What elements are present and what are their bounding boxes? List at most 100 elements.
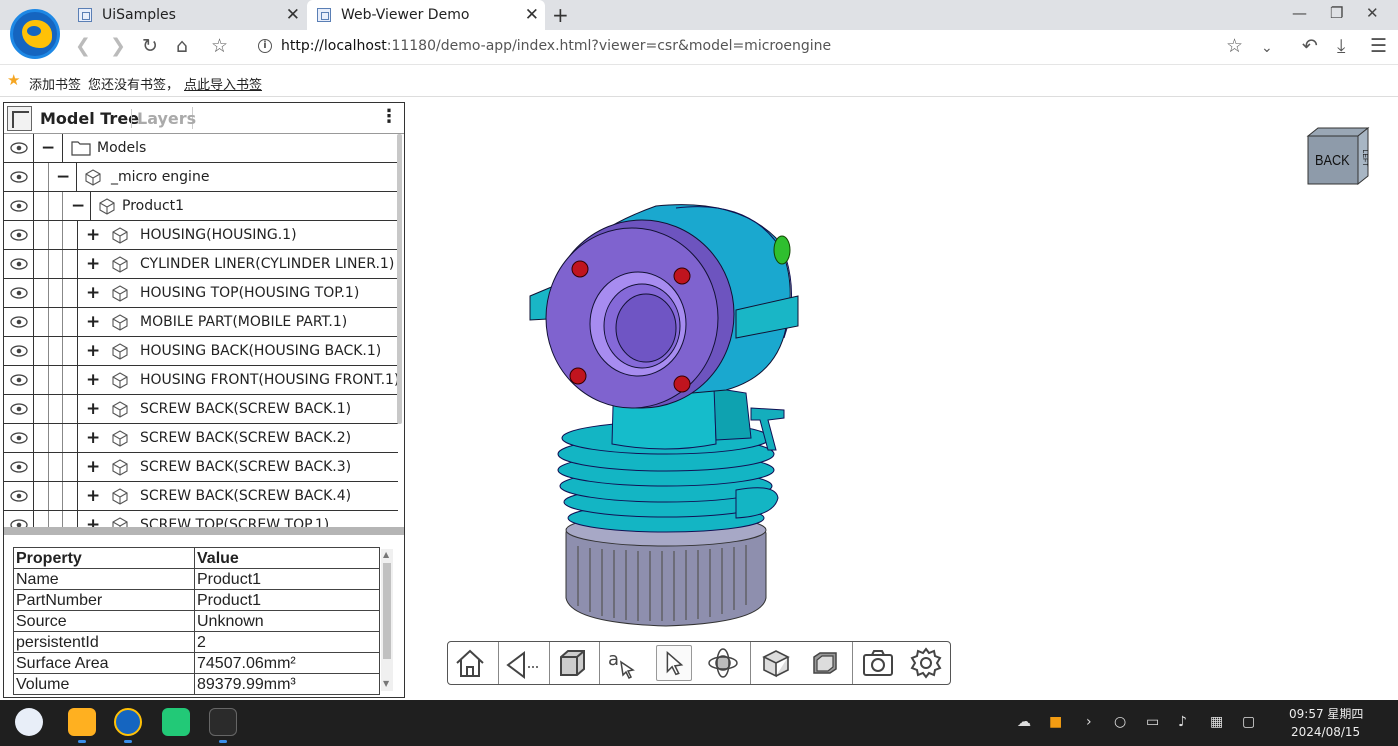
- tab-model-tree[interactable]: Model Tree: [40, 109, 139, 128]
- expand-toggle[interactable]: +: [86, 254, 100, 274]
- engine-model[interactable]: [406, 98, 1398, 700]
- visibility-eye-icon[interactable]: [4, 511, 34, 527]
- file-manager-icon[interactable]: [68, 708, 96, 736]
- bookmark-star-icon[interactable]: ☆: [211, 36, 228, 56]
- collapse-toggle[interactable]: −: [41, 138, 55, 158]
- visibility-eye-icon[interactable]: [4, 134, 34, 162]
- undo-icon[interactable]: ↶: [1302, 36, 1318, 56]
- new-tab-plus-icon[interactable]: +: [552, 3, 569, 27]
- clock-date[interactable]: 2024/08/15: [1291, 725, 1360, 739]
- network-icon[interactable]: ▭: [1146, 714, 1159, 730]
- tree-row-part[interactable]: + HOUSING FRONT(HOUSING FRONT.1): [4, 366, 399, 395]
- expand-toggle[interactable]: +: [86, 399, 100, 419]
- chevron-down-icon[interactable]: ⌄: [1261, 38, 1273, 58]
- tree-row-part[interactable]: + CYLINDER LINER(CYLINDER LINER.1): [4, 250, 398, 279]
- orbit-icon[interactable]: [705, 645, 741, 681]
- expand-toggle[interactable]: +: [86, 341, 100, 361]
- tree-row-part[interactable]: + SCREW BACK(SCREW BACK.2): [4, 424, 398, 453]
- tree-row-part[interactable]: + MOBILE PART(MOBILE PART.1): [4, 308, 398, 337]
- tab-uisamples[interactable]: UiSamples ✕: [68, 0, 306, 30]
- launcher-icon[interactable]: [15, 708, 43, 736]
- visibility-eye-icon[interactable]: [4, 163, 34, 191]
- markup-text-icon[interactable]: a: [604, 645, 640, 681]
- tree-row-part[interactable]: + SCREW BACK(SCREW BACK.4): [4, 482, 398, 511]
- expand-toggle[interactable]: +: [86, 457, 100, 477]
- tree-scrollbar[interactable]: [397, 134, 402, 424]
- home-page-icon[interactable]: ⌂: [176, 36, 188, 56]
- forward-icon[interactable]: ❯: [110, 36, 126, 56]
- tab-web-viewer-demo[interactable]: Web-Viewer Demo ✕: [307, 0, 545, 30]
- app-store-icon[interactable]: [162, 708, 190, 736]
- property-scrollbar[interactable]: ▲ ▼: [381, 549, 393, 691]
- camera-view-icon[interactable]: [504, 645, 540, 681]
- cloud-icon[interactable]: ☁: [1017, 714, 1031, 730]
- close-icon[interactable]: ✕: [286, 5, 300, 25]
- expand-toggle[interactable]: +: [86, 283, 100, 303]
- expand-toggle[interactable]: +: [86, 486, 100, 506]
- notification-icon[interactable]: ▢: [1242, 714, 1255, 730]
- visibility-eye-icon[interactable]: [4, 308, 34, 336]
- expand-toggle[interactable]: +: [86, 370, 100, 390]
- close-icon[interactable]: ✕: [525, 5, 539, 25]
- tree-row-part[interactable]: + SCREW BACK(SCREW BACK.1): [4, 395, 398, 424]
- minimize-icon[interactable]: —: [1292, 4, 1307, 22]
- import-bookmarks-link[interactable]: 点此导入书签: [184, 74, 262, 93]
- tree-row-micro-engine[interactable]: − _micro engine: [4, 163, 398, 192]
- reload-icon[interactable]: ↻: [142, 36, 158, 56]
- chevron-right-icon[interactable]: ›: [1086, 714, 1092, 730]
- volume-icon[interactable]: ♪: [1178, 714, 1187, 730]
- tab-layers[interactable]: Layers: [131, 109, 196, 128]
- back-icon[interactable]: ❮: [75, 36, 91, 56]
- url-field[interactable]: http://localhost:11180/demo-app/index.ht…: [281, 38, 831, 54]
- collapse-toggle[interactable]: −: [56, 167, 70, 187]
- search-icon[interactable]: ○: [1114, 714, 1126, 730]
- visibility-eye-icon[interactable]: [4, 424, 34, 452]
- clock-time[interactable]: 09:57 星期四: [1289, 705, 1363, 722]
- menu-icon[interactable]: ☰: [1370, 36, 1387, 56]
- tree-row-part[interactable]: + HOUSING TOP(HOUSING TOP.1): [4, 279, 398, 308]
- visibility-eye-icon[interactable]: [4, 221, 34, 249]
- expand-toggle[interactable]: +: [86, 428, 100, 448]
- download-icon[interactable]: ⤓: [1337, 36, 1345, 56]
- visibility-eye-icon[interactable]: [4, 337, 34, 365]
- visibility-eye-icon[interactable]: [4, 482, 34, 510]
- snapshot-icon[interactable]: [860, 645, 896, 681]
- visibility-eye-icon[interactable]: [4, 250, 34, 278]
- visibility-eye-icon[interactable]: [4, 366, 34, 394]
- tree-home-icon[interactable]: [7, 106, 32, 131]
- tree-row-part[interactable]: + SCREW BACK(SCREW BACK.3): [4, 453, 398, 482]
- scroll-thumb[interactable]: [383, 563, 391, 659]
- add-bookmark-link[interactable]: 添加书签: [29, 74, 81, 93]
- nav-cube[interactable]: BACK LEFT: [1306, 126, 1370, 188]
- home-icon[interactable]: [452, 645, 488, 681]
- visibility-eye-icon[interactable]: [4, 279, 34, 307]
- keyboard-icon[interactable]: ▦: [1210, 714, 1223, 730]
- site-info-icon[interactable]: i: [258, 39, 272, 53]
- visibility-eye-icon[interactable]: [4, 395, 34, 423]
- tray-app-icon[interactable]: ■: [1049, 714, 1062, 730]
- window-close-icon[interactable]: ✕: [1366, 4, 1379, 22]
- favorite-star-icon[interactable]: ☆: [1226, 36, 1243, 56]
- collapse-toggle[interactable]: −: [71, 196, 85, 216]
- expand-toggle[interactable]: +: [86, 225, 100, 245]
- expand-toggle[interactable]: +: [86, 515, 100, 527]
- visibility-eye-icon[interactable]: [4, 453, 34, 481]
- expand-toggle[interactable]: +: [86, 312, 100, 332]
- browser-app-icon[interactable]: [114, 708, 142, 736]
- panel-splitter[interactable]: [4, 527, 404, 535]
- more-options-icon[interactable]: ⋮: [380, 107, 398, 127]
- scroll-up-icon[interactable]: ▲: [383, 550, 389, 559]
- scroll-down-icon[interactable]: ▼: [383, 679, 389, 688]
- tree-row-product1[interactable]: − Product1: [4, 192, 398, 221]
- tree-row-part[interactable]: + SCREW TOP(SCREW TOP.1): [4, 511, 398, 527]
- cube-view-icon[interactable]: [554, 645, 590, 681]
- restore-icon[interactable]: ❐: [1330, 4, 1343, 22]
- tree-row-models[interactable]: − Models: [4, 134, 398, 163]
- browser-logo-icon[interactable]: [10, 9, 60, 59]
- tree-row-part[interactable]: + HOUSING BACK(HOUSING BACK.1): [4, 337, 398, 366]
- terminal-icon[interactable]: [209, 708, 237, 736]
- select-button[interactable]: [656, 645, 692, 681]
- 3d-viewport[interactable]: BACK LEFT: [406, 98, 1398, 700]
- cutting-plane-icon[interactable]: [806, 645, 842, 681]
- visibility-eye-icon[interactable]: [4, 192, 34, 220]
